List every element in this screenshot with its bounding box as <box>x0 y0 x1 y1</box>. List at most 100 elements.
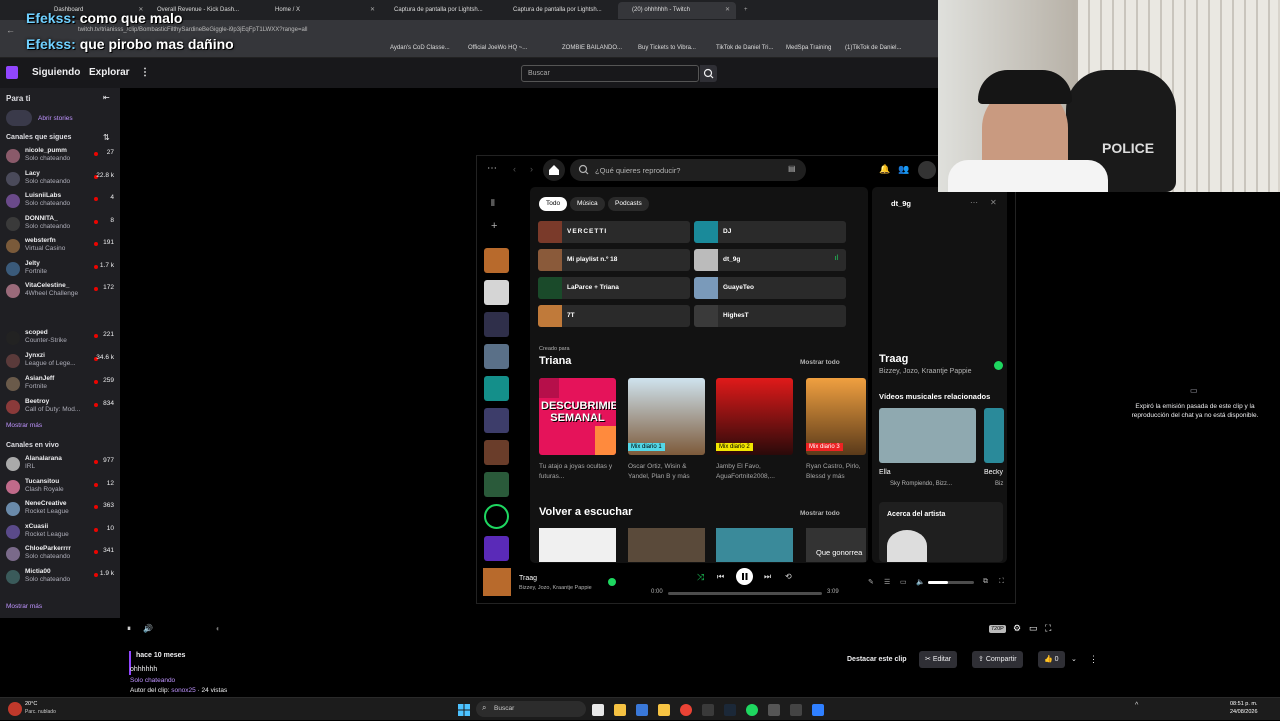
sort-icon[interactable]: ⇅ <box>103 133 110 142</box>
library-item[interactable] <box>484 472 509 497</box>
bookmark[interactable]: (1)TikTok de Daniel... <box>845 45 901 51</box>
bookmark[interactable]: Buy Tickets to Vibra... <box>638 45 696 51</box>
quick-item[interactable]: 7T <box>538 305 690 327</box>
search-button[interactable] <box>700 65 717 82</box>
bookmark[interactable]: Aydan's CoD Classe... <box>390 45 450 51</box>
sidebar-channel[interactable]: NeneCreative Rocket League 363 <box>0 499 120 521</box>
task-view-icon[interactable] <box>592 704 604 716</box>
sidebar-channel[interactable]: Beetroy Call of Duty: Mod... 834 <box>0 397 120 419</box>
library-item[interactable] <box>484 408 509 433</box>
theatre-mode-icon[interactable]: ▭ <box>1029 623 1038 634</box>
next-icon[interactable]: ⏭ <box>764 572 771 582</box>
bookmark[interactable]: ZOMBIE BAILANDO... <box>562 45 622 51</box>
highlight-clip-button[interactable]: Destacar este clip <box>841 651 913 668</box>
back-icon[interactable]: ← <box>6 25 15 35</box>
bookmark[interactable]: MedSpa Training <box>786 45 831 51</box>
chrome-icon[interactable] <box>680 704 692 716</box>
app-icon[interactable] <box>790 704 802 716</box>
friends-icon[interactable]: 👥 <box>898 164 909 175</box>
sidebar-channel[interactable]: Lacy Solo chateando 22.8 k <box>0 169 120 191</box>
playlist-card[interactable]: Mix diario 1 <box>628 378 705 455</box>
quick-item[interactable]: VERCETTI <box>538 221 690 243</box>
twitch-search-input[interactable]: Buscar <box>521 65 699 82</box>
saved-check-icon[interactable] <box>994 361 1003 370</box>
back-icon[interactable]: ‹ <box>513 164 516 174</box>
folder-icon[interactable] <box>658 704 670 716</box>
section-title[interactable]: Triana <box>539 355 571 367</box>
taskbar-search[interactable]: ⌕ Buscar <box>476 701 586 717</box>
track-title[interactable]: Traag <box>879 353 908 365</box>
quick-item[interactable]: Mi playlist n.º 18 <box>538 249 690 271</box>
taskbar-date[interactable]: 24/08/2026 <box>1230 709 1258 715</box>
edit-button[interactable]: ✂ Editar <box>919 651 958 668</box>
sidebar-channel[interactable]: websterfn Virtual Casino 191 <box>0 236 120 258</box>
related-video-title[interactable]: Ella <box>879 469 891 476</box>
bookmark[interactable]: Official JoeWo HQ ~... <box>468 45 527 51</box>
close-panel-icon[interactable]: ✕ <box>990 198 997 207</box>
recent-tile[interactable] <box>539 528 616 562</box>
bookmark[interactable]: TikTok de Daniel Tri... <box>716 45 773 51</box>
more-menu-icon[interactable]: ⋮ <box>140 67 150 78</box>
sidebar-channel[interactable]: AsianJeff Fortnite 259 <box>0 374 120 396</box>
sidebar-channel[interactable]: ChloeParkerrrr Solo chateando 341 <box>0 544 120 566</box>
more-options-icon[interactable]: ⋮ <box>1089 654 1098 665</box>
browse-icon[interactable]: ▤ <box>788 164 796 173</box>
browser-tab[interactable]: Captura de pantalla por Lightsh... <box>499 2 602 19</box>
recent-tile[interactable] <box>716 528 793 562</box>
quick-item[interactable]: dt_9g ıl <box>694 249 846 271</box>
library-item[interactable] <box>484 344 509 369</box>
volume-icon[interactable]: 🔈 <box>916 578 925 586</box>
library-item[interactable] <box>484 376 509 401</box>
new-tab-icon[interactable]: + <box>730 2 748 19</box>
sidebar-channel[interactable]: Jelty Fortnite 1.7 k <box>0 259 120 281</box>
quick-item[interactable]: LaParce + Triana <box>538 277 690 299</box>
spotify-icon[interactable] <box>746 704 758 716</box>
sidebar-channel[interactable]: Jynxzi League of Lege... 34.6 k <box>0 351 120 373</box>
related-video-thumb[interactable] <box>984 408 1004 463</box>
nav-following[interactable]: Siguiendo <box>32 67 80 78</box>
miniplayer-icon[interactable]: ⧉ <box>983 578 988 586</box>
sidebar-channel[interactable]: nicole_pumm Solo chateando 27 <box>0 146 120 168</box>
show-all-link[interactable]: Mostrar todo <box>800 510 840 517</box>
start-button[interactable] <box>458 703 470 716</box>
browser-tab-active[interactable]: (20) ohhhhhh - Twitch ✕ <box>618 2 736 19</box>
settings-icon[interactable]: ⚙ <box>1013 623 1021 634</box>
forward-icon[interactable]: › <box>530 164 533 174</box>
quick-item[interactable]: DJ <box>694 221 846 243</box>
url-text[interactable]: twitch.tv/trianisss_/clip/BombasticFilth… <box>78 27 308 33</box>
related-video-thumb[interactable] <box>879 408 976 463</box>
player-volume-icon[interactable]: 🔊 <box>143 624 153 633</box>
sidebar-channel[interactable]: Mictia00 Solo chateando 1.9 k <box>0 567 120 589</box>
library-item[interactable] <box>484 312 509 337</box>
now-playing-artists[interactable]: Bizzey, Jozo, Kraantje Pappie <box>519 585 592 591</box>
playlist-card[interactable]: DESCUBRIMIENTO SEMANAL <box>539 378 616 455</box>
close-tab-icon[interactable]: ✕ <box>370 2 375 19</box>
open-stories-link[interactable]: Abrir stories <box>38 115 73 122</box>
library-icon[interactable]: ⫴ <box>491 198 495 209</box>
related-video-title[interactable]: Becky <box>984 469 1006 476</box>
add-icon[interactable]: + <box>491 220 497 232</box>
tray-chevron-icon[interactable]: ^ <box>1135 702 1138 709</box>
library-item[interactable] <box>484 536 509 561</box>
chevron-down-icon[interactable]: ⌄ <box>1071 655 1077 663</box>
more-options-icon[interactable]: ⋯ <box>970 198 978 207</box>
app-icon[interactable] <box>702 704 714 716</box>
app-icon[interactable] <box>768 704 780 716</box>
weather-icon[interactable] <box>8 702 22 716</box>
now-playing-track[interactable]: Traag <box>519 575 537 582</box>
playlist-card[interactable]: Mix diario 3 <box>806 378 866 455</box>
quick-item[interactable]: HighesT <box>694 305 846 327</box>
chip-podcasts[interactable]: Podcasts <box>608 197 649 211</box>
sidebar-channel[interactable]: LuisniiLabs Solo chateando 4 <box>0 191 120 213</box>
store-icon[interactable] <box>636 704 648 716</box>
weather-temp[interactable]: 20°C <box>25 701 37 707</box>
browser-tab[interactable]: Home / X ✕ <box>261 2 375 19</box>
library-item[interactable] <box>484 280 509 305</box>
recent-tile[interactable]: Que gonorrea <box>806 528 866 562</box>
devices-icon[interactable]: ▭ <box>900 578 907 586</box>
browser-tab[interactable]: Captura de pantalla por Lightsh... <box>380 2 483 19</box>
sidebar-channel[interactable]: VitaCelestine_ 4Wheel Challenge 172 <box>0 281 120 303</box>
share-button[interactable]: ⇪ Compartir <box>972 651 1023 668</box>
track-artists[interactable]: Bizzey, Jozo, Kraantje Pappie <box>879 368 971 375</box>
sidebar-channel[interactable]: xCuasii Rocket League 10 <box>0 522 120 544</box>
